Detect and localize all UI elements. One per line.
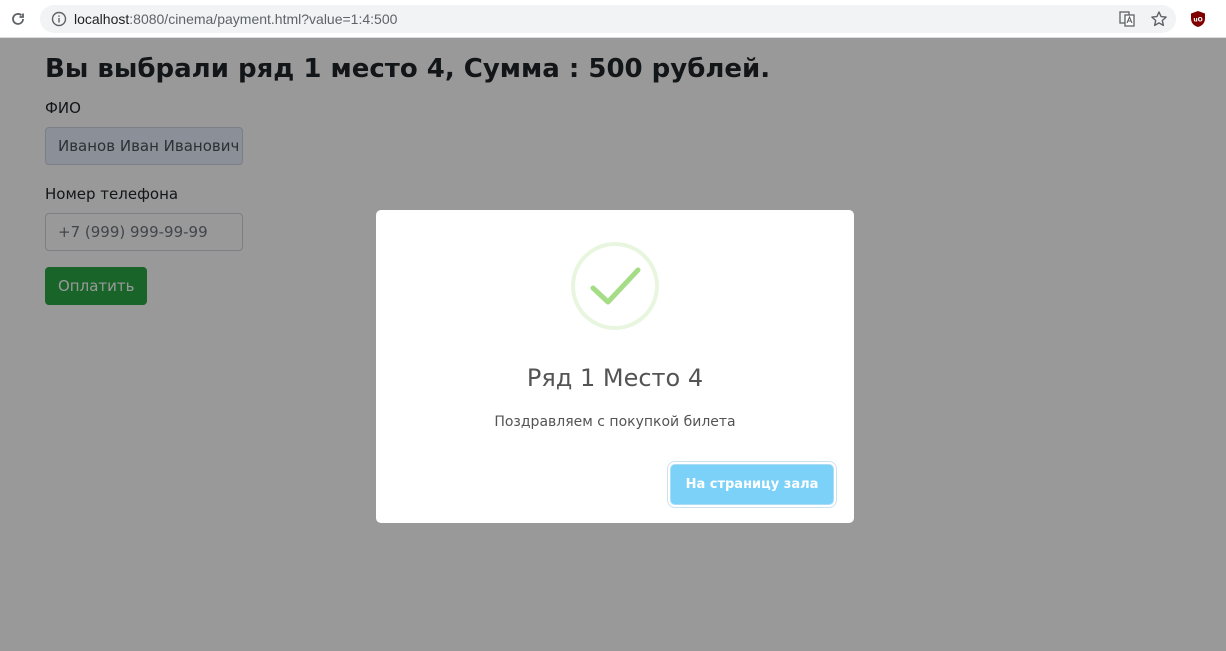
url-host: localhost	[74, 11, 130, 27]
translate-icon[interactable]	[1119, 11, 1135, 27]
reload-icon[interactable]	[8, 9, 28, 29]
url-path: :8080/cinema/payment.html?value=1:4:500	[129, 11, 398, 27]
modal-text: Поздравляем с покупкой билета	[494, 414, 736, 430]
go-to-hall-button[interactable]: На страницу зала	[670, 464, 834, 505]
success-modal: Ряд 1 Место 4 Поздравляем с покупкой бил…	[376, 210, 854, 523]
bookmark-star-icon[interactable]	[1150, 10, 1168, 28]
success-check-icon	[571, 242, 659, 330]
svg-text:uO: uO	[1193, 17, 1202, 24]
info-icon[interactable]	[51, 11, 67, 27]
url-text[interactable]: localhost:8080/cinema/payment.html?value…	[74, 11, 397, 27]
ublock-extension-icon[interactable]: uO	[1189, 10, 1207, 28]
browser-toolbar: localhost:8080/cinema/payment.html?value…	[0, 0, 1226, 38]
address-bar[interactable]: localhost:8080/cinema/payment.html?value…	[40, 5, 1176, 33]
modal-title: Ряд 1 Место 4	[526, 364, 704, 392]
